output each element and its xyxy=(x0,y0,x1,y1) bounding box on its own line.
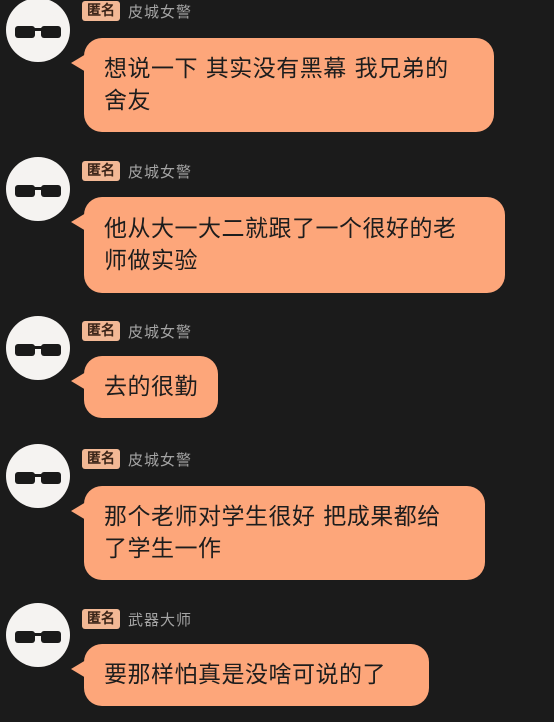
message-text-line: 舍友 xyxy=(104,88,151,114)
message-text-line: 他从大一大二就跟了一个很好的老 xyxy=(104,216,457,242)
sender-nickname[interactable]: 皮城女警 xyxy=(128,321,192,342)
cat-sunglasses-icon[interactable] xyxy=(6,444,70,508)
cat-sunglasses-icon[interactable] xyxy=(6,603,70,667)
sender-nickname[interactable]: 皮城女警 xyxy=(128,161,192,182)
chat-thread: 匿名 皮城女警 想说一下 其实没有黑幕 我兄弟的 舍友 匿名 皮城女警 他从大一… xyxy=(0,0,554,722)
message-bubble[interactable]: 那个老师对学生很好 把成果都给 了学生一作 xyxy=(71,486,485,580)
sender-nickname[interactable]: 武器大师 xyxy=(128,609,192,630)
anonymous-badge: 匿名 xyxy=(82,609,120,629)
message-bubble[interactable]: 要那样怕真是没啥可说的了 xyxy=(71,644,429,706)
anonymous-badge: 匿名 xyxy=(82,161,120,181)
message-bubble[interactable]: 他从大一大二就跟了一个很好的老 师做实验 xyxy=(71,197,505,293)
anonymous-badge: 匿名 xyxy=(82,449,120,469)
anonymous-badge: 匿名 xyxy=(82,1,120,21)
anonymous-badge: 匿名 xyxy=(82,321,120,341)
message-text-line: 想说一下 其实没有黑幕 我兄弟的 xyxy=(104,56,449,82)
message-text-line: 师做实验 xyxy=(104,248,198,274)
message-text-line: 那个老师对学生很好 把成果都给 xyxy=(104,504,441,530)
sender-nickname[interactable]: 皮城女警 xyxy=(128,1,192,22)
message-bubble[interactable]: 去的很勤 xyxy=(71,356,218,418)
message-bubble[interactable]: 想说一下 其实没有黑幕 我兄弟的 舍友 xyxy=(71,38,494,132)
sender-nickname[interactable]: 皮城女警 xyxy=(128,449,192,470)
message-text-line: 了学生一作 xyxy=(104,536,222,562)
message-text-line: 要那样怕真是没啥可说的了 xyxy=(104,662,386,688)
message-text-line: 去的很勤 xyxy=(104,374,198,400)
cat-sunglasses-icon[interactable] xyxy=(6,0,70,62)
cat-sunglasses-icon[interactable] xyxy=(6,157,70,221)
cat-sunglasses-icon[interactable] xyxy=(6,316,70,380)
